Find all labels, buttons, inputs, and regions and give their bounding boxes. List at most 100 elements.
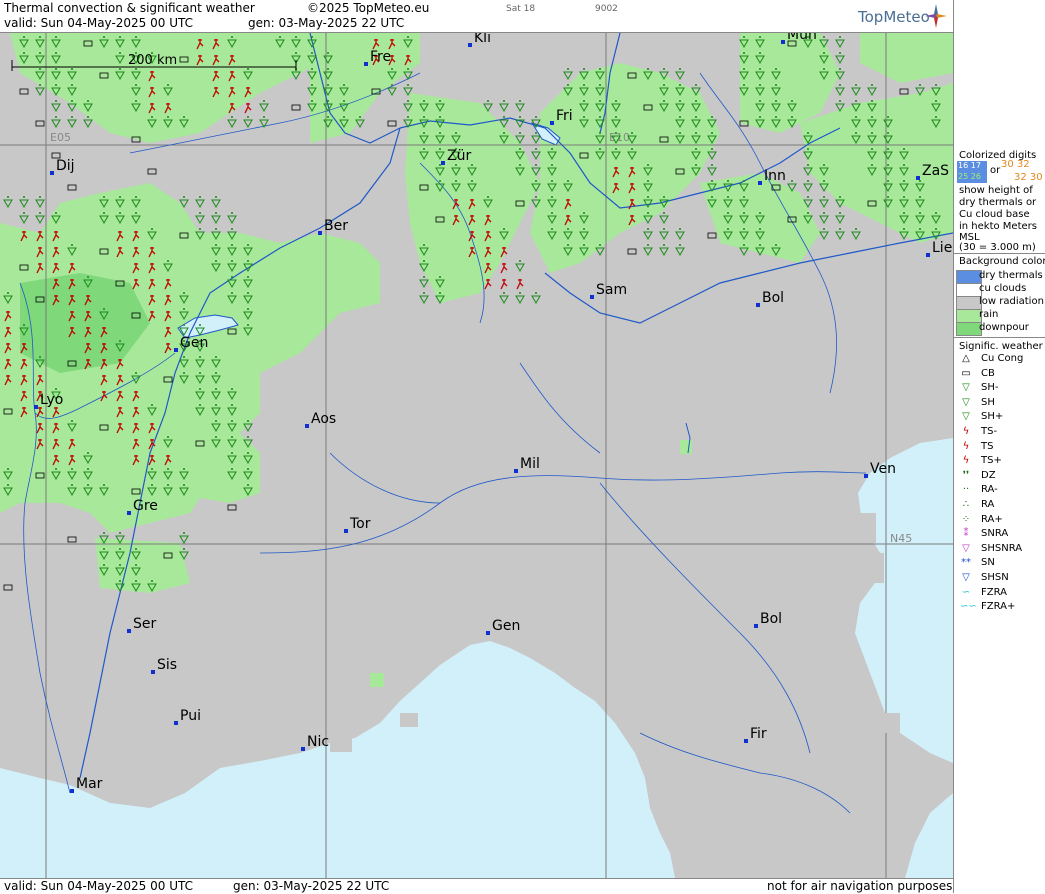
- sh-dot: [775, 116, 777, 118]
- sh-dot: [215, 228, 217, 230]
- footer-bar: valid: Sun 04-May-2025 00 UTC gen: 03-Ma…: [0, 878, 955, 894]
- sh-dot: [183, 372, 185, 374]
- sh-dot: [839, 68, 841, 70]
- city-marker: Mil: [514, 456, 540, 473]
- sh-dot: [679, 132, 681, 134]
- digit-sample-2: 25 26: [958, 172, 981, 181]
- sh-dot: [535, 132, 537, 134]
- sh-dot: [167, 484, 169, 486]
- sh-symbol: [227, 215, 237, 225]
- city-marker: Gen: [174, 335, 208, 352]
- sh-dot: [871, 116, 873, 118]
- sh-dot: [839, 100, 841, 102]
- disclaimer: not for air navigation purposes: [767, 879, 953, 893]
- city-marker: Gen: [486, 618, 520, 635]
- sh-dot: [727, 180, 729, 182]
- sh-dot: [935, 212, 937, 214]
- sh-dot: [791, 180, 793, 182]
- sh-dot: [7, 292, 9, 294]
- sh-dot: [103, 308, 105, 310]
- city-dot: [441, 161, 445, 165]
- sh-dot: [135, 84, 137, 86]
- sh-dot: [759, 100, 761, 102]
- sh-dot: [215, 244, 217, 246]
- city-marker: Lie: [926, 240, 952, 257]
- sh-dot: [423, 244, 425, 246]
- city-dot: [754, 624, 758, 628]
- sh-dot: [551, 228, 553, 230]
- sh-dot: [39, 36, 41, 38]
- city-marker: Kli: [468, 33, 491, 47]
- sh-symbol: [531, 135, 541, 145]
- sh-dot: [711, 196, 713, 198]
- legend-wx-label: SNRA: [981, 528, 1009, 540]
- sh-symbol: [211, 215, 221, 225]
- sh-dot: [423, 260, 425, 262]
- sh-dot: [535, 292, 537, 294]
- sh-dot: [119, 564, 121, 566]
- sh-dot: [55, 100, 57, 102]
- sh-symbol: [531, 295, 541, 305]
- sh-dot: [679, 228, 681, 230]
- sh-symbol: [851, 87, 861, 97]
- sh-symbol: [819, 215, 829, 225]
- digit-sample-1: 16 17: [958, 161, 981, 170]
- sh-dot: [247, 260, 249, 262]
- cb-symbol: [19, 88, 29, 95]
- sh-symbol: [419, 295, 429, 305]
- sh-dot: [743, 244, 745, 246]
- sh-dot: [743, 52, 745, 54]
- dz-icon: ❜❜: [962, 469, 970, 481]
- sh-dot: [215, 404, 217, 406]
- ts-icon: ϟ: [962, 440, 970, 452]
- sh-dot: [183, 532, 185, 534]
- sh-dot: [135, 372, 137, 374]
- sh-dot: [135, 580, 137, 582]
- sh-dot: [839, 196, 841, 198]
- digit-sample-dry: 16 17 25 26: [957, 161, 987, 183]
- city-label: Mar: [76, 776, 103, 792]
- sh-dot: [663, 196, 665, 198]
- city-label: Gre: [133, 498, 158, 514]
- sh-dot: [439, 100, 441, 102]
- sh-dot: [583, 116, 585, 118]
- legend-wx-label: TS+: [981, 455, 1002, 467]
- city-dot: [744, 739, 748, 743]
- sh-dot: [343, 100, 345, 102]
- sh-dot: [551, 212, 553, 214]
- sh-dot: [679, 244, 681, 246]
- sh-dot: [807, 148, 809, 150]
- sh-dot: [823, 196, 825, 198]
- sh-dot: [839, 84, 841, 86]
- sh-dot: [135, 100, 137, 102]
- sh-dot: [407, 36, 409, 38]
- sh-dot: [87, 452, 89, 454]
- sh-dot: [903, 212, 905, 214]
- sh-dot: [327, 84, 329, 86]
- colorized-line-8: (30 = 3.000 m): [959, 242, 1036, 253]
- sh-dot: [647, 228, 649, 230]
- map-canvas: E05 E10 N45 200 km Kli MünFreFriDijZürIn…: [0, 33, 953, 878]
- sh-dot: [215, 196, 217, 198]
- sh-dot: [807, 196, 809, 198]
- sh-dot: [215, 388, 217, 390]
- sh-dot: [103, 484, 105, 486]
- sh-dot: [807, 212, 809, 214]
- sh-dot: [727, 228, 729, 230]
- sh-dot: [903, 148, 905, 150]
- sh-dot: [151, 404, 153, 406]
- sh-dot: [519, 100, 521, 102]
- sh-dot: [567, 84, 569, 86]
- sh-dot: [263, 116, 265, 118]
- sh-dot: [231, 292, 233, 294]
- sh-dot: [743, 36, 745, 38]
- sh-dot: [327, 100, 329, 102]
- sh-dot: [71, 484, 73, 486]
- ts-light-icon: ϟ: [962, 426, 970, 437]
- sh-dot: [215, 260, 217, 262]
- colorized-line-5: Cu cloud base: [959, 209, 1030, 220]
- sh-dot: [743, 84, 745, 86]
- city-dot: [301, 747, 305, 751]
- weather-map[interactable]: E05 E10 N45 200 km Kli Mün Fre Fri Dij Z…: [0, 33, 953, 878]
- sh-symbol: [835, 55, 845, 65]
